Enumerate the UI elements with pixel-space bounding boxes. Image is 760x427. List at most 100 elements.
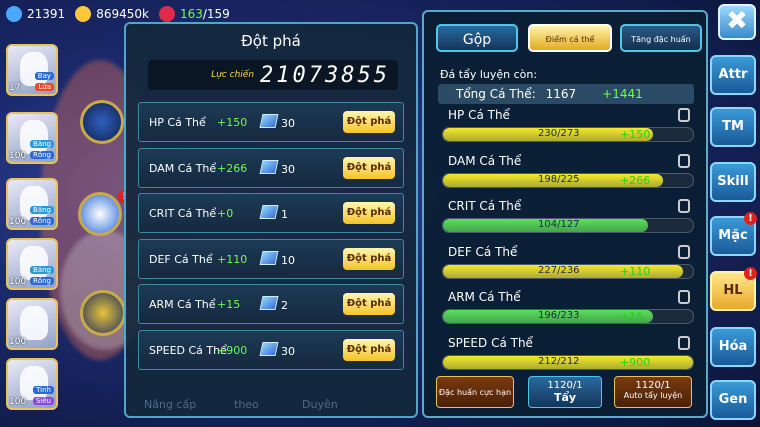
stat-name: ARM Cá Thể	[448, 290, 521, 304]
stat-bar-row: CRIT Cá Thể 104/127	[442, 199, 694, 239]
gem-cost: 10	[281, 253, 295, 267]
stat-value: 212/212	[538, 355, 580, 367]
breakthrough-panel: Đột phá Lực chiến 21073855 HP Cá Thể +150…	[124, 22, 418, 418]
tab-individual-points[interactable]: Điểm cá thể	[528, 24, 612, 52]
gem-cost: 30	[281, 344, 295, 358]
stat-name: DEF Cá Thể	[448, 244, 518, 259]
breakthrough-button[interactable]: Đột phá	[343, 293, 395, 315]
stat-name: HP Cá Thể	[448, 108, 510, 122]
stamina-max: 159	[206, 7, 230, 21]
lock-icon[interactable]	[678, 199, 690, 213]
character-type-tag: Băng	[30, 140, 54, 148]
stat-bar-row: ARM Cá Thể 196/233 +15	[442, 290, 694, 330]
stat-value: 230/273	[538, 128, 580, 139]
gem-cost: 2	[281, 299, 288, 312]
stat-bar-row: SPEED Cá Thể 212/212 +900	[442, 335, 694, 376]
stat-bonus: +150	[217, 116, 248, 129]
breakthrough-button[interactable]: Đột phá	[343, 338, 395, 361]
bag-button[interactable]	[78, 192, 122, 236]
stat-bonus: +15	[217, 298, 241, 311]
auto-wash-label: Auto tẩy luyện	[623, 391, 683, 400]
sidebar-button-hóa[interactable]: Hóa	[710, 327, 756, 367]
sidebar-button-gen[interactable]: Gen	[710, 380, 756, 420]
lock-icon[interactable]	[678, 153, 690, 168]
character-level: 100	[9, 397, 27, 407]
stat-name: ARM Cá Thể	[149, 298, 216, 311]
stat-name: CRIT Cá Thể	[448, 199, 522, 213]
gem-cost: 30	[281, 117, 295, 130]
character-card[interactable]: 17 Bay Lửa	[6, 44, 58, 96]
wash-button[interactable]: 1120/1 Tẩy	[528, 376, 602, 408]
auto-wash-button[interactable]: 1120/1 Auto tẩy luyện	[614, 376, 692, 408]
sidebar-button-attr[interactable]: Attr	[710, 55, 756, 95]
breakthrough-row: ARM Cá Thể +15 2 Đột phá	[138, 284, 404, 324]
stat-bar-row: DEF Cá Thể 227/236 +110	[442, 244, 694, 285]
tab-upgrade[interactable]: Nâng cấp	[144, 398, 196, 411]
breakthrough-button[interactable]: Đột phá	[343, 247, 395, 270]
stat-value: 198/225	[538, 173, 580, 185]
power-display: Lực chiến 21073855	[148, 60, 398, 90]
stat-name: DAM Cá Thể	[149, 161, 217, 175]
limit-training-label: Đặc huấn cực hạn	[438, 388, 512, 397]
character-portrait	[20, 186, 48, 220]
breakthrough-button[interactable]: Đột phá	[343, 111, 395, 133]
close-button[interactable]: ✖	[718, 4, 756, 40]
stat-name: DEF Cá Thể	[149, 252, 213, 266]
gold-value: 869450k	[96, 7, 149, 21]
stat-name: DAM Cá Thể	[448, 153, 522, 168]
total-value: 1167	[545, 87, 577, 101]
stat-plus: +150	[620, 128, 651, 141]
character-card[interactable]: 100	[6, 298, 58, 350]
character-portrait	[20, 52, 48, 86]
character-type-tag: Bay	[34, 72, 54, 80]
gem-icon	[259, 159, 279, 174]
stat-bar-row: DAM Cá Thể 198/225 +266	[442, 153, 694, 194]
character-type-tag: Siêu	[32, 397, 54, 405]
lock-icon[interactable]	[678, 108, 690, 122]
lock-icon[interactable]	[678, 244, 690, 259]
breakthrough-row: HP Cá Thể +150 30 Đột phá	[138, 102, 404, 142]
breakthrough-button[interactable]: Đột phá	[343, 202, 395, 224]
sidebar-button-tm[interactable]: TM	[710, 107, 756, 147]
gem-icon	[259, 205, 279, 219]
pet-button[interactable]	[80, 290, 126, 336]
character-level: 100	[9, 277, 27, 287]
gem-icon	[259, 250, 279, 265]
character-card[interactable]: 100 Tinh Siêu	[6, 358, 58, 410]
auto-wash-count: 1120/1	[635, 380, 671, 391]
sidebar-button-skill[interactable]: Skill	[710, 162, 756, 202]
character-level: 100	[9, 151, 27, 161]
total-stats: Tổng Cá Thể: 1167 +1441	[438, 84, 694, 104]
stat-bonus: +0	[217, 207, 234, 220]
character-level: 100	[9, 337, 27, 347]
total-label: Tổng Cá Thể:	[456, 87, 536, 101]
character-card[interactable]: 100 Băng Rồng	[6, 238, 58, 290]
tab-fate[interactable]: Duyên	[302, 398, 338, 411]
coin-counter: 21391	[6, 6, 65, 22]
breakthrough-row: SPEED Cá Thể +900 30 Đột phá	[138, 329, 404, 370]
total-plus: +1441	[602, 87, 643, 101]
stat-name: CRIT Cá Thể	[149, 207, 217, 220]
character-type-tag: Băng	[30, 206, 54, 214]
character-portrait	[20, 306, 48, 340]
lock-icon[interactable]	[678, 335, 690, 350]
tab-special-training[interactable]: Tăng đặc huấn	[620, 24, 702, 52]
alert-badge: !	[744, 212, 757, 225]
stat-bonus: +110	[217, 252, 248, 266]
stat-plus: +15	[620, 310, 644, 323]
tab-merge[interactable]: Gộp	[436, 24, 518, 52]
breakthrough-button[interactable]: Đột phá	[343, 156, 395, 179]
character-card[interactable]: 100 Băng Rồng	[6, 112, 58, 164]
character-portrait	[20, 246, 48, 280]
character-type-tag: Lửa	[35, 83, 54, 91]
stat-value: 104/127	[538, 219, 580, 230]
alert-badge: !	[744, 267, 757, 280]
sword-button[interactable]	[80, 100, 124, 144]
tab-follow[interactable]: theo	[234, 398, 259, 411]
character-card[interactable]: 100 Băng Rồng	[6, 178, 58, 230]
stat-bonus: +900	[217, 343, 248, 357]
limit-training-button[interactable]: Đặc huấn cực hạn	[436, 376, 514, 408]
character-type-tag: Rồng	[29, 151, 54, 159]
stamina-current: 163	[179, 7, 203, 21]
lock-icon[interactable]	[678, 290, 690, 304]
